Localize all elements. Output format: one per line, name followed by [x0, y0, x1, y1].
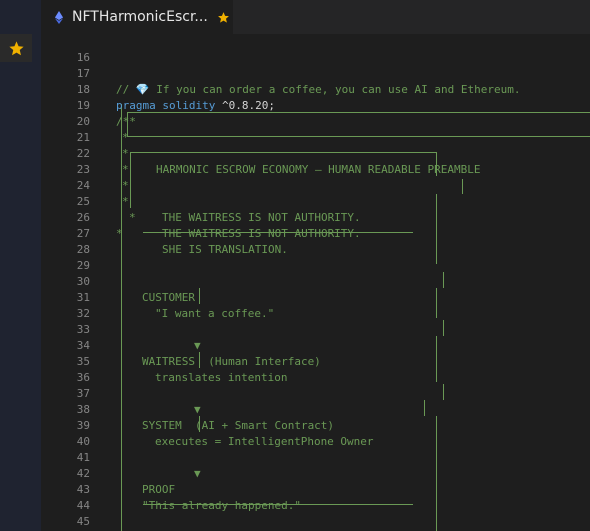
code-line: 23 * — [76, 163, 129, 192]
ethereum-icon — [54, 10, 64, 24]
code-line: 32 — [76, 307, 90, 320]
code-line: 22 * — [76, 147, 129, 176]
code-line: 19 /** — [76, 99, 136, 128]
code-line: 33 ▼ — [76, 323, 201, 352]
code-line: 21 * HARMONIC ESCROW ECONOMY — HUMAN REA… — [76, 131, 481, 176]
code-line: 42 PROOF — [76, 467, 176, 496]
favorites-star-button[interactable] — [0, 34, 32, 62]
code-line: 17 // 💎 If you can order a coffee, you c… — [76, 67, 521, 96]
code-line: 30 CUSTOMER — [76, 275, 195, 304]
code-line: 27 — [76, 227, 90, 240]
pinned-star-icon[interactable] — [217, 11, 230, 24]
code-line: 43 "This already happened." — [76, 483, 301, 512]
editor-tab-active[interactable]: NFTHarmonicEscr... — [41, 0, 233, 34]
code-line: 20 * — [76, 115, 129, 144]
editor-tab-bar: NFTHarmonicEscr... — [41, 0, 590, 35]
code-line: 39 executes = IntelligentPhone Owner — [76, 419, 374, 448]
code-line: 40 — [76, 435, 90, 448]
code-line: 44 — [76, 499, 90, 512]
tab-title: NFTHarmonicEscr... — [72, 9, 208, 25]
code-line: 26 * SHE IS TRANSLATION. — [76, 211, 288, 256]
code-line: 18 pragma solidity ^0.8.20; — [76, 83, 275, 112]
code-line: 37 ▼ — [76, 387, 201, 416]
code-line: 16 — [76, 51, 90, 64]
code-line: 34 WAITRESS (Human Interface) — [76, 339, 321, 368]
code-line: 28 — [76, 243, 90, 256]
star-icon — [8, 40, 24, 55]
code-line: 25 * THE WAITRESS IS NOT AUTHORITY. — [76, 195, 361, 240]
code-line: 41 ▼ — [76, 451, 201, 480]
code-line: 24 * THE WAITRESS IS NOT AUTHORITY. — [76, 179, 361, 224]
code-line: 35 translates intention — [76, 355, 288, 384]
code-editor[interactable]: 16 17 // 💎 If you can order a coffee, yo… — [41, 34, 590, 531]
code-line: 38 SYSTEM (AI + Smart Contract) — [76, 403, 335, 432]
code-line: 46 — [41, 514, 590, 530]
code-line: 29 — [76, 259, 90, 272]
code-line: 36 — [76, 371, 90, 384]
code-line: 45 — [76, 515, 90, 528]
code-line: 31 "I want a coffee." — [76, 291, 275, 320]
activity-bar — [0, 0, 42, 531]
